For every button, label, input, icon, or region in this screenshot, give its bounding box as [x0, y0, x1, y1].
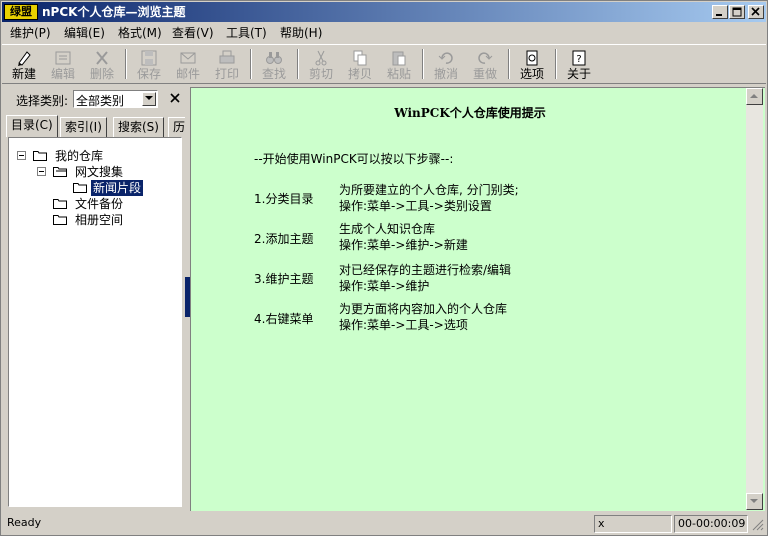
binoculars-icon	[266, 52, 282, 64]
status-timer: 00-00:00:09	[674, 515, 748, 533]
step-label: 3.维护主题	[254, 272, 314, 286]
scissors-icon	[315, 50, 327, 66]
intro-text: --开始使用WinPCK可以按以下步骤--:	[254, 152, 454, 166]
about-button[interactable]: ? 关于	[561, 48, 597, 82]
step-description: 为更方面将内容加入的个人仓库 操作:菜单->工具->选项	[339, 302, 508, 332]
arrow-up-icon	[750, 94, 758, 98]
tab-contents[interactable]: 目录(C)	[6, 115, 58, 137]
main-window: 绿盟 nPCK个人仓库—浏览主题 维护(P) 编辑(E) 格式(M) 查看(V)…	[0, 0, 768, 536]
folder-icon	[73, 183, 87, 193]
copy-button[interactable]: 拷贝	[342, 48, 378, 82]
status-position: x	[594, 515, 672, 533]
collapse-icon[interactable]	[17, 151, 26, 160]
tab-index[interactable]: 索引(I)	[60, 117, 107, 137]
toolbar-separator	[297, 49, 299, 79]
tree-node-photos[interactable]: 相册空间	[9, 212, 179, 228]
maximize-button[interactable]	[729, 5, 745, 19]
step-description: 为所要建立的个人仓库, 分门别类; 操作:菜单->工具->类别设置	[339, 183, 519, 213]
panel-close-icon[interactable]	[168, 91, 182, 105]
step-label: 2.添加主题	[254, 232, 314, 246]
tree-node-web[interactable]: 网文搜集	[9, 164, 179, 180]
left-panel: 选择类别: 全部类别 目录(C) 索引(I) 搜索(S) 历 我的仓库 网文搜集	[4, 87, 185, 509]
status-ready: Ready	[7, 516, 42, 529]
vertical-scrollbar[interactable]	[746, 88, 763, 510]
menu-format[interactable]: 格式(M)	[118, 25, 162, 41]
redo-icon	[478, 52, 493, 64]
category-value: 全部类别	[76, 94, 125, 108]
edit-icon	[55, 51, 71, 65]
menu-tools[interactable]: 工具(T)	[226, 25, 267, 41]
app-icon[interactable]: 绿盟	[4, 4, 38, 20]
edit-button[interactable]: 编辑	[45, 48, 81, 82]
cut-button[interactable]: 剪切	[303, 48, 339, 82]
maximize-icon	[732, 7, 742, 17]
scroll-up-button[interactable]	[746, 88, 763, 105]
content-title: WinPCK个人仓库使用提示	[394, 106, 546, 120]
minimize-button[interactable]	[712, 5, 728, 19]
copy-icon	[353, 50, 367, 66]
toolbar-separator	[508, 49, 510, 79]
svg-text:?: ?	[576, 54, 581, 65]
new-icon	[18, 51, 31, 66]
toolbar: 新建 编辑 删除 保存 邮件 打印 查找 剪切 拷贝 粘贴 撤消 重做 选项 ?…	[2, 44, 766, 84]
scroll-down-button[interactable]	[746, 493, 763, 510]
paste-button[interactable]: 粘贴	[381, 48, 417, 82]
step-label: 4.右键菜单	[254, 312, 314, 326]
folder-icon	[33, 151, 47, 161]
menu-maintain[interactable]: 维护(P)	[10, 25, 51, 41]
collapse-icon[interactable]	[37, 167, 46, 176]
window-title: nPCK个人仓库—浏览主题	[42, 5, 186, 19]
toolbar-separator	[422, 49, 424, 79]
toolbar-separator	[555, 49, 557, 79]
undo-icon	[438, 52, 453, 64]
find-button[interactable]: 查找	[256, 48, 292, 82]
print-button[interactable]: 打印	[209, 48, 245, 82]
arrow-down-icon	[750, 499, 758, 503]
tree-node-backup[interactable]: 文件备份	[9, 196, 179, 212]
tab-history[interactable]: 历	[168, 117, 185, 137]
redo-button[interactable]: 重做	[467, 48, 503, 82]
menu-help[interactable]: 帮助(H)	[280, 25, 322, 41]
toolbar-separator	[250, 49, 252, 79]
category-select[interactable]: 全部类别	[73, 90, 158, 108]
tree-node-root[interactable]: 我的仓库	[9, 148, 179, 164]
step-description: 对已经保存的主题进行检索/编辑 操作:菜单->维护	[339, 263, 512, 293]
delete-button[interactable]: 删除	[84, 48, 120, 82]
mail-icon	[180, 52, 196, 64]
menu-bar: 维护(P) 编辑(E) 格式(M) 查看(V) 工具(T) 帮助(H)	[2, 23, 766, 43]
close-button[interactable]	[748, 5, 764, 19]
chevron-down-icon	[145, 96, 153, 100]
new-button[interactable]: 新建	[6, 48, 42, 82]
panel-tabs: 目录(C) 索引(I) 搜索(S) 历	[4, 115, 185, 137]
step-label: 1.分类目录	[254, 192, 314, 206]
category-label: 选择类别:	[16, 94, 69, 108]
status-bar: Ready x 00-00:00:09	[2, 513, 766, 535]
tree-node-news[interactable]: 新闻片段	[9, 180, 179, 196]
menu-edit[interactable]: 编辑(E)	[64, 25, 105, 41]
help-icon: ?	[572, 50, 586, 66]
options-button[interactable]: 选项	[514, 48, 550, 82]
menu-view[interactable]: 查看(V)	[172, 25, 214, 41]
folder-icon	[53, 199, 67, 209]
minimize-icon	[716, 14, 722, 16]
mail-button[interactable]: 邮件	[170, 48, 206, 82]
tab-search[interactable]: 搜索(S)	[113, 117, 164, 137]
folder-icon	[53, 215, 67, 225]
content-pane: WinPCK个人仓库使用提示 --开始使用WinPCK可以按以下步骤--: 1.…	[190, 87, 765, 511]
options-icon	[526, 50, 538, 66]
print-icon	[219, 50, 235, 64]
toolbar-separator	[125, 49, 127, 79]
paste-icon	[392, 51, 406, 66]
save-icon	[141, 50, 157, 66]
save-button[interactable]: 保存	[131, 48, 167, 82]
delete-icon	[96, 51, 108, 65]
resize-grip-icon[interactable]	[752, 519, 764, 531]
title-bar[interactable]: 绿盟 nPCK个人仓库—浏览主题	[2, 2, 766, 22]
close-icon	[751, 7, 760, 16]
folder-open-icon	[53, 167, 67, 177]
dropdown-button[interactable]	[142, 92, 156, 106]
undo-button[interactable]: 撤消	[428, 48, 464, 82]
step-description: 生成个人知识仓库 操作:菜单->维护->新建	[339, 222, 468, 252]
category-tree: 我的仓库 网文搜集 新闻片段 文件备份 相册空间	[8, 137, 182, 507]
